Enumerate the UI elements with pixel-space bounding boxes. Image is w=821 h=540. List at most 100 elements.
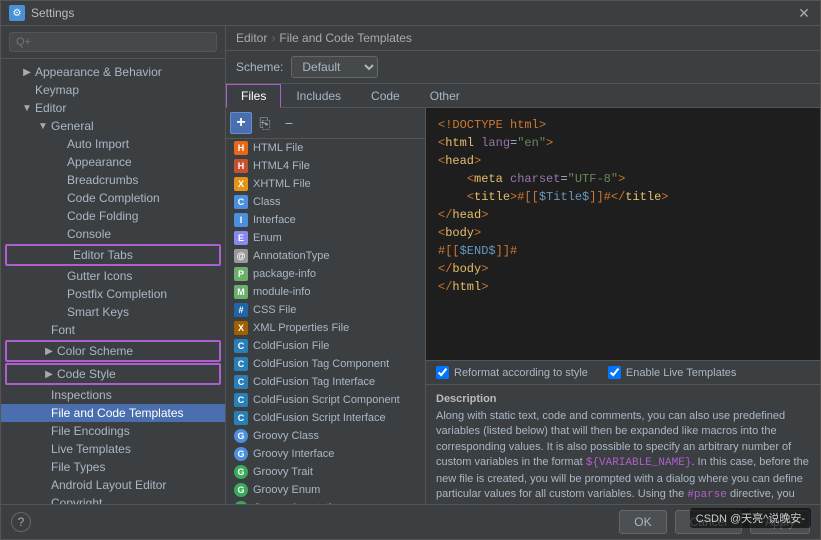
live-templates-option[interactable]: Enable Live Templates [608, 366, 736, 379]
sidebar-item-label: Code Completion [67, 191, 160, 205]
file-item-label: CSS File [253, 304, 296, 316]
file-item[interactable]: GGroovy Class [226, 427, 425, 445]
file-item[interactable]: IInterface [226, 211, 425, 229]
scheme-select[interactable]: Default [291, 56, 378, 78]
sidebar-item-file-types[interactable]: File Types [1, 458, 225, 476]
title-bar: ⚙ Settings ✕ [1, 1, 820, 26]
sidebar-item-code-completion[interactable]: Code Completion [1, 189, 225, 207]
help-button[interactable]: ? [11, 512, 31, 532]
file-item-label: XML Properties File [253, 322, 349, 334]
sidebar-item-editor-tabs[interactable]: Editor Tabs [5, 244, 221, 266]
file-item[interactable]: CColdFusion File [226, 337, 425, 355]
file-item[interactable]: XXHTML File [226, 175, 425, 193]
sidebar-item-appearance[interactable]: ▶ Appearance & Behavior [1, 63, 225, 81]
live-templates-checkbox[interactable] [608, 366, 621, 379]
file-item-label: XHTML File [253, 178, 311, 190]
add-template-button[interactable]: + [230, 112, 252, 134]
arrow-spacer [37, 407, 49, 419]
settings-icon: ⚙ [9, 5, 25, 21]
files-toolbar: + ⎘ − [226, 108, 425, 139]
sidebar-item-label: Copyright [51, 496, 102, 504]
arrow-spacer [37, 389, 49, 401]
file-icon: H [234, 141, 248, 155]
file-item[interactable]: XXML Properties File [226, 319, 425, 337]
file-icon: M [234, 285, 248, 299]
sidebar-item-code-style[interactable]: ▶ Code Style [5, 363, 221, 385]
file-item[interactable]: HHTML4 File [226, 157, 425, 175]
file-item[interactable]: CColdFusion Tag Component [226, 355, 425, 373]
sidebar-item-live-templates[interactable]: Live Templates [1, 440, 225, 458]
file-item[interactable]: GGroovy Interface [226, 445, 425, 463]
delete-template-button[interactable]: − [278, 112, 300, 134]
search-input[interactable] [9, 32, 217, 52]
file-item[interactable]: Mmodule-info [226, 283, 425, 301]
sidebar-item-label: Appearance & Behavior [35, 65, 162, 79]
sidebar-item-label: Auto Import [67, 137, 129, 151]
main-content: Editor › File and Code Templates Scheme:… [226, 26, 820, 504]
arrow-spacer [53, 156, 65, 168]
tab-code[interactable]: Code [356, 84, 415, 107]
file-item[interactable]: CColdFusion Script Interface [226, 409, 425, 427]
code-line: <meta charset="UTF-8"> [438, 170, 808, 188]
close-button[interactable]: ✕ [796, 5, 812, 21]
file-item[interactable]: CColdFusion Tag Interface [226, 373, 425, 391]
arrow-spacer [21, 84, 33, 96]
file-item[interactable]: EEnum [226, 229, 425, 247]
file-item-label: Enum [253, 232, 282, 244]
sidebar-item-copyright[interactable]: Copyright [1, 494, 225, 504]
sidebar-item-gutter-icons[interactable]: Gutter Icons [1, 267, 225, 285]
reformat-option[interactable]: Reformat according to style [436, 366, 588, 379]
sidebar-item-font[interactable]: Font [1, 321, 225, 339]
sidebar-item-console[interactable]: Console [1, 225, 225, 243]
arrow-spacer [53, 306, 65, 318]
sidebar-item-editor[interactable]: ▼ Editor [1, 99, 225, 117]
content-area: + ⎘ − HHTML FileHHTML4 FileXXHTML FileCC… [226, 108, 820, 504]
file-icon: C [234, 195, 248, 209]
sidebar-item-label: General [51, 119, 94, 133]
sidebar-item-postfix[interactable]: Postfix Completion [1, 285, 225, 303]
sidebar-item-smart-keys[interactable]: Smart Keys [1, 303, 225, 321]
sidebar-item-code-folding[interactable]: Code Folding [1, 207, 225, 225]
sidebar-item-android-layout[interactable]: Android Layout Editor [1, 476, 225, 494]
settings-dialog: ⚙ Settings ✕ ▶ Appearance & Behavior Key… [0, 0, 821, 540]
dialog-body: ▶ Appearance & Behavior Keymap ▼ Editor … [1, 26, 820, 504]
file-item[interactable]: CColdFusion Script Component [226, 391, 425, 409]
file-icon: G [234, 429, 248, 443]
file-item[interactable]: @AnnotationType [226, 247, 425, 265]
file-item[interactable]: GGroovy Trait [226, 463, 425, 481]
tab-includes[interactable]: Includes [281, 84, 356, 107]
arrow-icon: ▶ [43, 345, 55, 357]
file-item[interactable]: HHTML File [226, 139, 425, 157]
file-item[interactable]: CClass [226, 193, 425, 211]
arrow-spacer [37, 443, 49, 455]
sidebar-item-label: File and Code Templates [51, 406, 184, 420]
tree-area: ▶ Appearance & Behavior Keymap ▼ Editor … [1, 59, 225, 504]
file-icon: C [234, 339, 248, 353]
code-line: <title>#[[$Title$]]#</title> [438, 188, 808, 206]
sidebar-item-general[interactable]: ▼ General [1, 117, 225, 135]
sidebar-item-file-encodings[interactable]: File Encodings [1, 422, 225, 440]
ok-button[interactable]: OK [619, 510, 666, 534]
file-icon: C [234, 375, 248, 389]
file-item[interactable]: GGroovy Enum [226, 481, 425, 499]
sidebar-item-breadcrumbs[interactable]: Breadcrumbs [1, 171, 225, 189]
reformat-checkbox[interactable] [436, 366, 449, 379]
sidebar-item-label: Breadcrumbs [67, 173, 138, 187]
sidebar-item-auto-import[interactable]: Auto Import [1, 135, 225, 153]
sidebar-item-label: Editor Tabs [73, 248, 133, 262]
sidebar-item-color-scheme[interactable]: ▶ Color Scheme [5, 340, 221, 362]
file-item[interactable]: #CSS File [226, 301, 425, 319]
sidebar-item-appearance[interactable]: Appearance [1, 153, 225, 171]
sidebar-item-inspections[interactable]: Inspections [1, 386, 225, 404]
tab-other[interactable]: Other [415, 84, 475, 107]
sidebar-item-file-templates[interactable]: File and Code Templates [1, 404, 225, 422]
code-editor[interactable]: <!DOCTYPE html><html lang="en"><head> <m… [426, 108, 820, 360]
tab-files[interactable]: Files [226, 84, 281, 108]
sidebar-item-keymap[interactable]: Keymap [1, 81, 225, 99]
arrow-spacer [37, 324, 49, 336]
file-icon: G [234, 447, 248, 461]
code-line: #[[$END$]]# [438, 242, 808, 260]
sidebar-item-label: Smart Keys [67, 305, 129, 319]
copy-template-button[interactable]: ⎘ [254, 112, 276, 134]
file-item[interactable]: Ppackage-info [226, 265, 425, 283]
